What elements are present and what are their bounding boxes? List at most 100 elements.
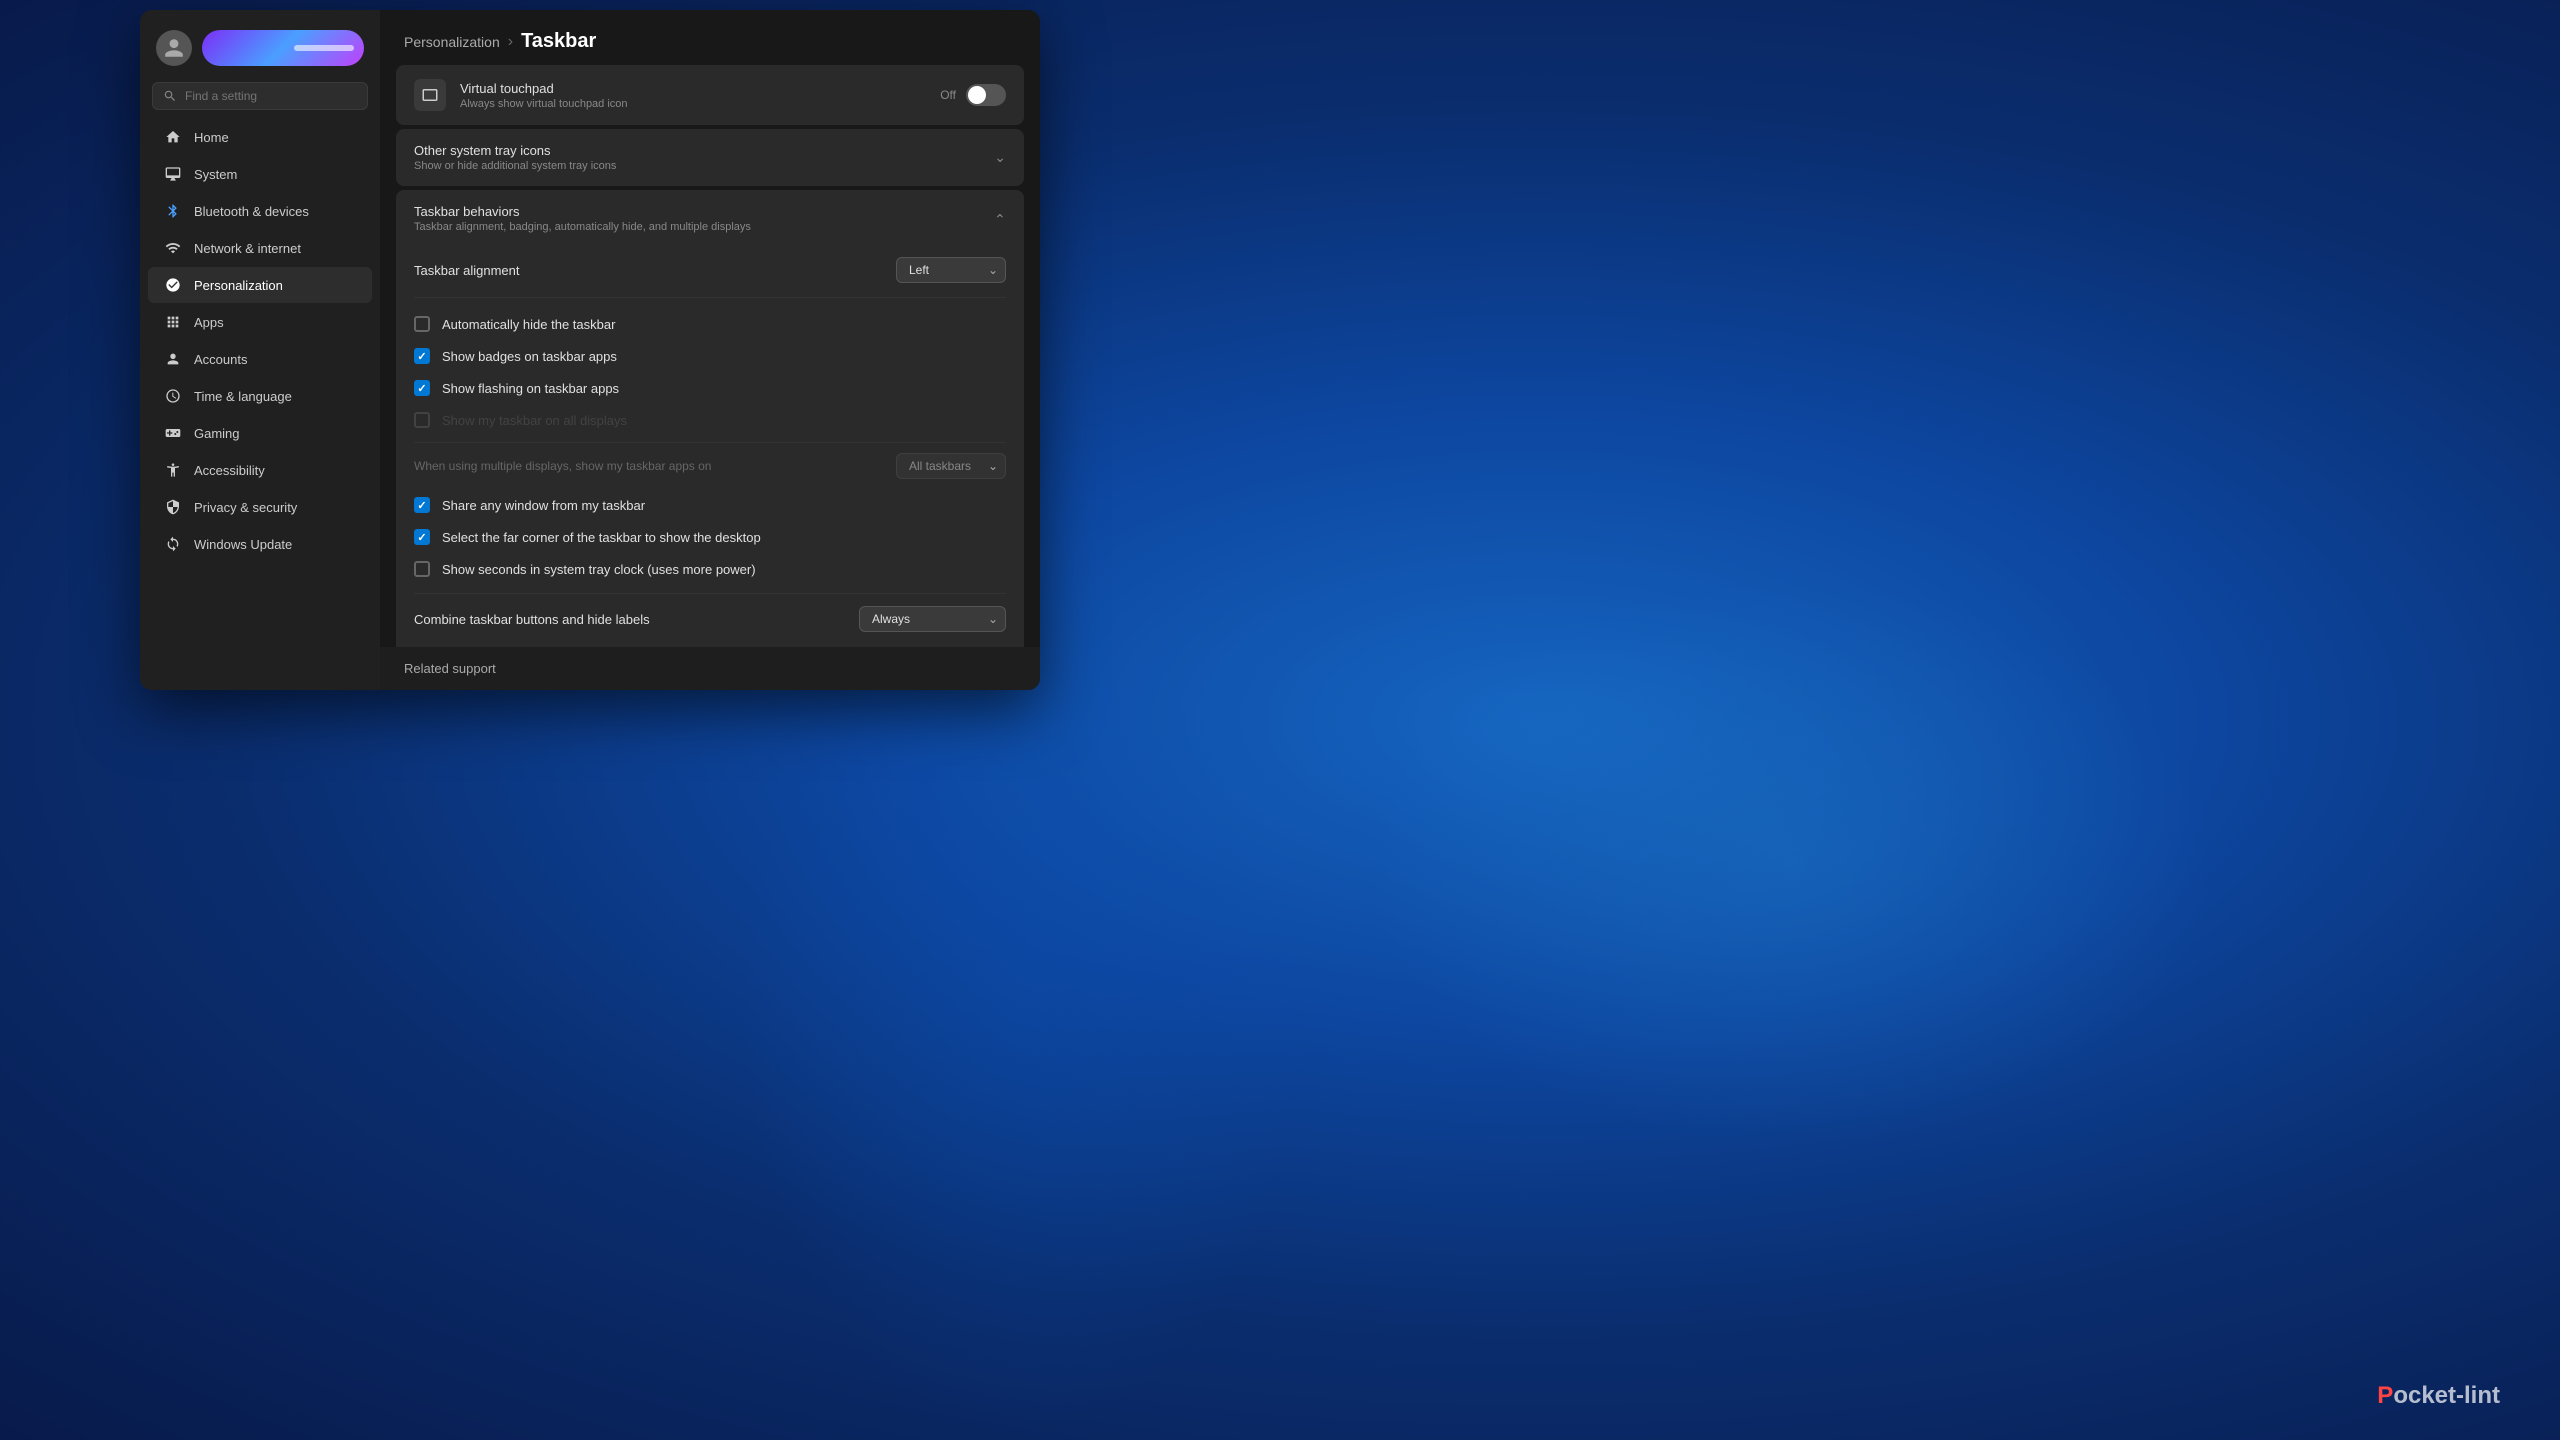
alignment-dropdown[interactable]: Left Center bbox=[896, 257, 1006, 283]
sidebar-item-personalization[interactable]: Personalization bbox=[148, 267, 372, 303]
virtual-touchpad-header[interactable]: Virtual touchpad Always show virtual tou… bbox=[396, 65, 1024, 125]
checkbox-seconds[interactable]: Show seconds in system tray clock (uses … bbox=[414, 553, 1006, 585]
virtual-touchpad-section: Virtual touchpad Always show virtual tou… bbox=[396, 65, 1024, 125]
tray-section-left: Other system tray icons Show or hide add… bbox=[414, 143, 616, 172]
privacy-icon bbox=[164, 498, 182, 516]
multi-display-dropdown[interactable]: All taskbars bbox=[896, 453, 1006, 479]
accounts-icon bbox=[164, 350, 182, 368]
checkbox-far-corner-input[interactable] bbox=[414, 529, 430, 545]
checkbox-far-corner[interactable]: Select the far corner of the taskbar to … bbox=[414, 521, 1006, 553]
watermark: Pocket-lint bbox=[2377, 1382, 2500, 1410]
update-icon bbox=[164, 535, 182, 553]
breadcrumb-separator: › bbox=[508, 33, 513, 51]
sidebar-item-network[interactable]: Network & internet bbox=[148, 230, 372, 266]
tray-chevron: ⌄ bbox=[994, 149, 1006, 166]
toggle-container: Off bbox=[940, 84, 1006, 106]
accessibility-icon bbox=[164, 461, 182, 479]
section-header-left: Virtual touchpad Always show virtual tou… bbox=[414, 79, 628, 111]
taskbar-behaviors-section: Taskbar behaviors Taskbar alignment, bad… bbox=[396, 190, 1024, 647]
virtual-touchpad-toggle[interactable] bbox=[966, 84, 1006, 106]
breadcrumb-current: Taskbar bbox=[521, 30, 596, 53]
breadcrumb: Personalization › Taskbar bbox=[380, 10, 1040, 65]
content-area: Virtual touchpad Always show virtual tou… bbox=[380, 65, 1040, 647]
virtual-touchpad-title: Virtual touchpad bbox=[460, 81, 628, 96]
tray-title: Other system tray icons bbox=[414, 143, 616, 158]
sidebar-item-label: Privacy & security bbox=[194, 500, 297, 515]
section-text: Virtual touchpad Always show virtual tou… bbox=[460, 81, 628, 110]
home-icon bbox=[164, 128, 182, 146]
sidebar-item-bluetooth[interactable]: Bluetooth & devices bbox=[148, 193, 372, 229]
behaviors-header[interactable]: Taskbar behaviors Taskbar alignment, bad… bbox=[396, 190, 1024, 247]
system-icon bbox=[164, 165, 182, 183]
alignment-dropdown-wrapper: Left Center bbox=[896, 257, 1006, 283]
sidebar-item-label: Bluetooth & devices bbox=[194, 204, 309, 219]
sidebar-item-home[interactable]: Home bbox=[148, 119, 372, 155]
checkbox-auto-hide[interactable]: Automatically hide the taskbar bbox=[414, 308, 1006, 340]
sidebar-item-accessibility[interactable]: Accessibility bbox=[148, 452, 372, 488]
behaviors-chevron: ⌄ bbox=[994, 210, 1006, 227]
sidebar-item-windows-update[interactable]: Windows Update bbox=[148, 526, 372, 562]
combine-dropdown[interactable]: Always When taskbar is full Never bbox=[859, 606, 1006, 632]
multi-display-row: When using multiple displays, show my ta… bbox=[414, 442, 1006, 489]
sidebar-item-label: Time & language bbox=[194, 389, 292, 404]
checkbox-badges-input[interactable] bbox=[414, 348, 430, 364]
tray-subtitle: Show or hide additional system tray icon… bbox=[414, 160, 616, 172]
sidebar-item-label: System bbox=[194, 167, 237, 182]
personalization-icon bbox=[164, 276, 182, 294]
toggle-knob bbox=[968, 86, 986, 104]
multi-display-dropdown-wrapper: All taskbars bbox=[896, 453, 1006, 479]
sidebar-item-label: Accessibility bbox=[194, 463, 265, 478]
checkbox-far-corner-label: Select the far corner of the taskbar to … bbox=[442, 530, 761, 545]
sidebar-item-label: Apps bbox=[194, 315, 224, 330]
search-input[interactable] bbox=[185, 89, 357, 103]
multi-display-label: When using multiple displays, show my ta… bbox=[414, 459, 711, 473]
related-support[interactable]: Related support bbox=[380, 647, 1040, 690]
sidebar-item-privacy[interactable]: Privacy & security bbox=[148, 489, 372, 525]
sidebar-item-time[interactable]: Time & language bbox=[148, 378, 372, 414]
sidebar-item-apps[interactable]: Apps bbox=[148, 304, 372, 340]
search-icon bbox=[163, 89, 177, 103]
user-badge-bar bbox=[294, 45, 354, 51]
sidebar-item-label: Gaming bbox=[194, 426, 240, 441]
sidebar-item-label: Home bbox=[194, 130, 229, 145]
toggle-label: Off bbox=[940, 88, 956, 102]
alignment-label: Taskbar alignment bbox=[414, 263, 520, 278]
combine-row: Combine taskbar buttons and hide labels … bbox=[414, 593, 1006, 646]
sidebar-item-accounts[interactable]: Accounts bbox=[148, 341, 372, 377]
bluetooth-icon bbox=[164, 202, 182, 220]
checkbox-badges[interactable]: Show badges on taskbar apps bbox=[414, 340, 1006, 372]
time-icon bbox=[164, 387, 182, 405]
sidebar-item-label: Accounts bbox=[194, 352, 247, 367]
user-badge[interactable] bbox=[202, 30, 364, 66]
breadcrumb-parent[interactable]: Personalization bbox=[404, 34, 500, 50]
checkbox-share-window-input[interactable] bbox=[414, 497, 430, 513]
checkbox-share-window[interactable]: Share any window from my taskbar bbox=[414, 489, 1006, 521]
main-content: Personalization › Taskbar Virtual touchp… bbox=[380, 10, 1040, 690]
user-section bbox=[140, 10, 380, 82]
behaviors-subtitle: Taskbar alignment, badging, automaticall… bbox=[414, 221, 751, 233]
sidebar-item-label: Personalization bbox=[194, 278, 283, 293]
search-box[interactable] bbox=[152, 82, 368, 110]
checkbox-all-displays-label: Show my taskbar on all displays bbox=[442, 413, 627, 428]
checkbox-flashing-label: Show flashing on taskbar apps bbox=[442, 381, 619, 396]
avatar[interactable] bbox=[156, 30, 192, 66]
behaviors-header-left: Taskbar behaviors Taskbar alignment, bad… bbox=[414, 204, 751, 233]
checkbox-seconds-input[interactable] bbox=[414, 561, 430, 577]
other-tray-section[interactable]: Other system tray icons Show or hide add… bbox=[396, 129, 1024, 186]
sidebar-item-system[interactable]: System bbox=[148, 156, 372, 192]
gaming-icon bbox=[164, 424, 182, 442]
combine-dropdown-wrapper: Always When taskbar is full Never bbox=[859, 606, 1006, 632]
checkbox-badges-label: Show badges on taskbar apps bbox=[442, 349, 617, 364]
sidebar-item-label: Windows Update bbox=[194, 537, 292, 552]
checkbox-flashing[interactable]: Show flashing on taskbar apps bbox=[414, 372, 1006, 404]
nav-menu: Home System Bluetooth & devices bbox=[140, 118, 380, 563]
checkbox-auto-hide-input[interactable] bbox=[414, 316, 430, 332]
checkbox-all-displays: Show my taskbar on all displays bbox=[414, 404, 1006, 436]
network-icon bbox=[164, 239, 182, 257]
checkbox-seconds-label: Show seconds in system tray clock (uses … bbox=[442, 562, 756, 577]
combine-label: Combine taskbar buttons and hide labels bbox=[414, 612, 650, 627]
checkbox-flashing-input[interactable] bbox=[414, 380, 430, 396]
touchpad-icon bbox=[414, 79, 446, 111]
checkbox-auto-hide-label: Automatically hide the taskbar bbox=[442, 317, 615, 332]
sidebar-item-gaming[interactable]: Gaming bbox=[148, 415, 372, 451]
